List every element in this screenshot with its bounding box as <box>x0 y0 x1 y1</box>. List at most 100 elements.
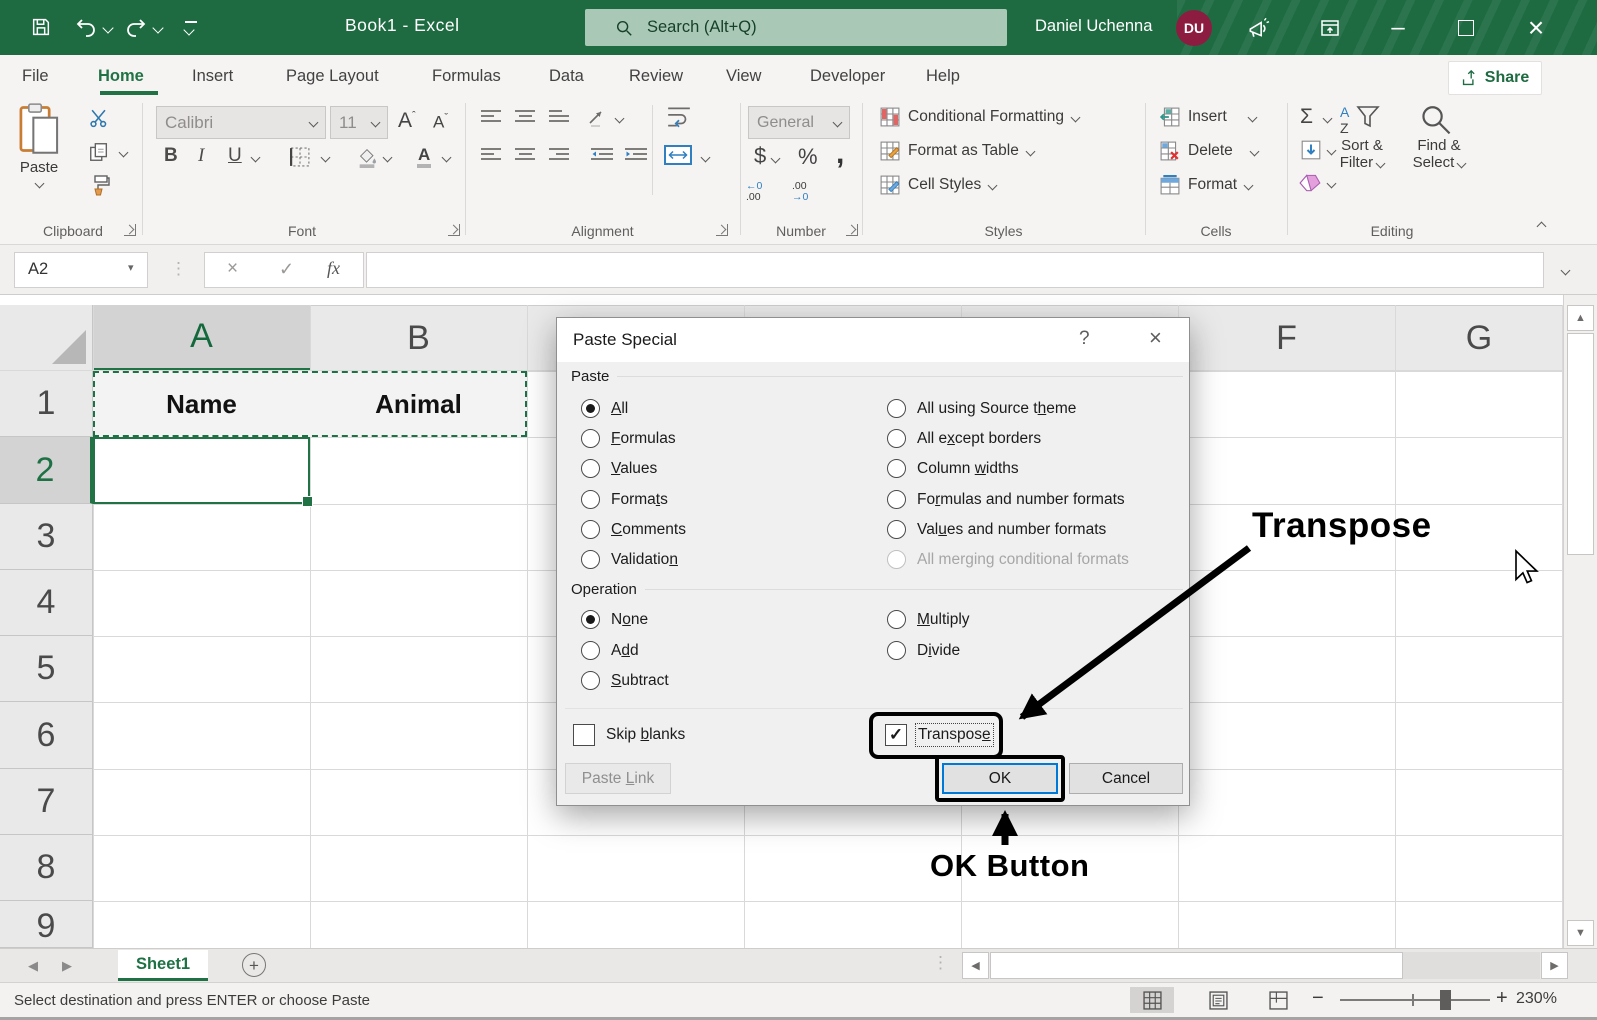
radio-except-borders-circle[interactable] <box>887 429 906 448</box>
currency-dropdown-icon[interactable] <box>770 153 781 164</box>
font-color-icon[interactable]: A <box>418 145 430 164</box>
tab-developer[interactable]: Developer <box>810 62 885 90</box>
row-header-2[interactable]: 2 <box>0 437 93 504</box>
row-header-3[interactable]: 3 <box>0 504 93 570</box>
fill-color-dropdown-icon[interactable] <box>382 152 393 163</box>
underline-dropdown-icon[interactable] <box>250 152 261 163</box>
row-header-8[interactable]: 8 <box>0 835 93 901</box>
tab-page-layout[interactable]: Page Layout <box>286 62 379 90</box>
radio-formats-circle[interactable] <box>581 490 600 509</box>
radio-source-theme-circle[interactable] <box>887 399 906 418</box>
bold-icon[interactable]: B <box>164 145 178 167</box>
radio-values-circle[interactable] <box>581 459 600 478</box>
radio-formulas-number-formats[interactable]: Formulas and number formats <box>887 488 1125 511</box>
radio-divide-circle[interactable] <box>887 641 906 660</box>
fill-icon[interactable] <box>1300 139 1322 161</box>
redo-dropdown-icon[interactable] <box>152 22 164 34</box>
increase-decimal-icon[interactable]: ←0.00 <box>746 181 762 203</box>
increase-indent-icon[interactable] <box>624 147 648 161</box>
radio-none-circle[interactable] <box>581 610 600 629</box>
cancel-button[interactable]: Cancel <box>1069 763 1183 794</box>
dialog-close-button[interactable]: × <box>1149 325 1162 351</box>
column-header-a[interactable]: A <box>93 305 310 371</box>
name-box-resize-handle[interactable]: ⋮ <box>170 259 187 279</box>
fill-color-icon[interactable] <box>356 145 378 169</box>
clipboard-dialog-launcher-icon[interactable] <box>124 224 136 236</box>
undo-icon[interactable] <box>74 16 98 40</box>
clear-icon[interactable] <box>1298 173 1322 193</box>
copy-dropdown-icon[interactable] <box>118 147 129 158</box>
radio-formats[interactable]: Formats <box>581 488 668 511</box>
currency-icon[interactable]: $ <box>754 143 766 169</box>
page-layout-view-button[interactable] <box>1196 987 1240 1013</box>
borders-dropdown-icon[interactable] <box>320 152 331 163</box>
percent-icon[interactable]: % <box>798 144 818 170</box>
tab-help[interactable]: Help <box>926 62 960 90</box>
radio-add-circle[interactable] <box>581 641 600 660</box>
tab-file[interactable]: File <box>22 62 49 90</box>
column-header-g[interactable]: G <box>1395 305 1563 371</box>
zoom-slider-thumb[interactable] <box>1440 990 1451 1010</box>
font-dialog-launcher-icon[interactable] <box>448 224 460 236</box>
radio-column-widths-circle[interactable] <box>887 459 906 478</box>
radio-formulas-number-circle[interactable] <box>887 490 906 509</box>
tab-data[interactable]: Data <box>549 62 584 90</box>
italic-icon[interactable]: I <box>198 145 204 167</box>
align-center-icon[interactable] <box>514 147 536 161</box>
cell-styles-button[interactable]: Cell Styles <box>880 175 998 195</box>
underline-icon[interactable]: U <box>228 145 242 167</box>
bottom-align-icon[interactable] <box>548 109 570 123</box>
enter-entry-icon[interactable]: ✓ <box>279 259 294 280</box>
decrease-font-icon[interactable]: Aˇ <box>433 112 448 133</box>
orientation-icon[interactable] <box>586 105 610 129</box>
customize-quick-access-icon[interactable] <box>183 21 197 36</box>
radio-subtract[interactable]: Subtract <box>581 669 669 692</box>
avatar[interactable]: DU <box>1176 10 1212 46</box>
column-header-b[interactable]: B <box>310 305 527 371</box>
borders-icon[interactable] <box>290 147 310 167</box>
radio-values-number-circle[interactable] <box>887 520 906 539</box>
radio-all-except-borders[interactable]: All except borders <box>887 427 1041 450</box>
ribbon-display-options-icon[interactable] <box>1318 16 1342 40</box>
radio-multiply-circle[interactable] <box>887 610 906 629</box>
radio-column-widths[interactable]: Column widths <box>887 457 1019 480</box>
close-button[interactable]: × <box>1506 0 1566 55</box>
orientation-dropdown-icon[interactable] <box>614 113 625 124</box>
share-button[interactable]: Share <box>1448 61 1542 95</box>
wrap-text-icon[interactable] <box>666 105 692 129</box>
radio-validation-circle[interactable] <box>581 550 600 569</box>
formula-input[interactable] <box>366 252 1544 288</box>
horizontal-scroll-thumb[interactable] <box>990 952 1403 979</box>
copy-icon[interactable] <box>88 141 110 163</box>
align-right-icon[interactable] <box>548 147 570 161</box>
dialog-title-bar[interactable]: Paste Special ? × <box>557 318 1189 362</box>
vertical-scrollbar[interactable]: ▲ ▼ <box>1563 295 1597 948</box>
format-as-table-button[interactable]: Format as Table <box>880 141 1036 161</box>
radio-none[interactable]: None <box>581 608 648 631</box>
select-all-corner[interactable] <box>0 305 93 371</box>
undo-dropdown-icon[interactable] <box>102 22 114 34</box>
collapse-ribbon-icon[interactable] <box>1536 221 1547 232</box>
page-break-view-button[interactable] <box>1258 987 1298 1013</box>
decrease-decimal-icon[interactable]: .00 →0 <box>792 181 808 203</box>
row-header-7[interactable]: 7 <box>0 769 93 835</box>
merge-center-dropdown-icon[interactable] <box>700 152 711 163</box>
normal-view-button[interactable] <box>1130 987 1174 1013</box>
merge-center-icon[interactable] <box>664 145 692 165</box>
radio-add[interactable]: Add <box>581 639 639 662</box>
vertical-scroll-thumb[interactable] <box>1567 333 1594 555</box>
new-sheet-button[interactable]: + <box>242 953 266 977</box>
tab-bar-resize-handle[interactable]: ⋮ <box>932 953 949 973</box>
row-header-6[interactable]: 6 <box>0 702 93 769</box>
fill-handle[interactable] <box>302 496 313 507</box>
hscroll-left-button[interactable]: ◀ <box>962 952 989 979</box>
zoom-slider-track[interactable] <box>1340 999 1490 1001</box>
tab-formulas[interactable]: Formulas <box>432 62 501 90</box>
scroll-down-button[interactable]: ▼ <box>1567 920 1594 946</box>
active-cell-a2[interactable] <box>93 437 313 507</box>
zoom-in-button[interactable]: + <box>1496 987 1508 1010</box>
sort-filter-button[interactable]: AZ Sort & Filter <box>1338 103 1394 171</box>
radio-all-circle[interactable] <box>581 399 600 418</box>
font-color-dropdown-icon[interactable] <box>441 152 452 163</box>
number-format-combo[interactable]: General <box>748 106 850 139</box>
